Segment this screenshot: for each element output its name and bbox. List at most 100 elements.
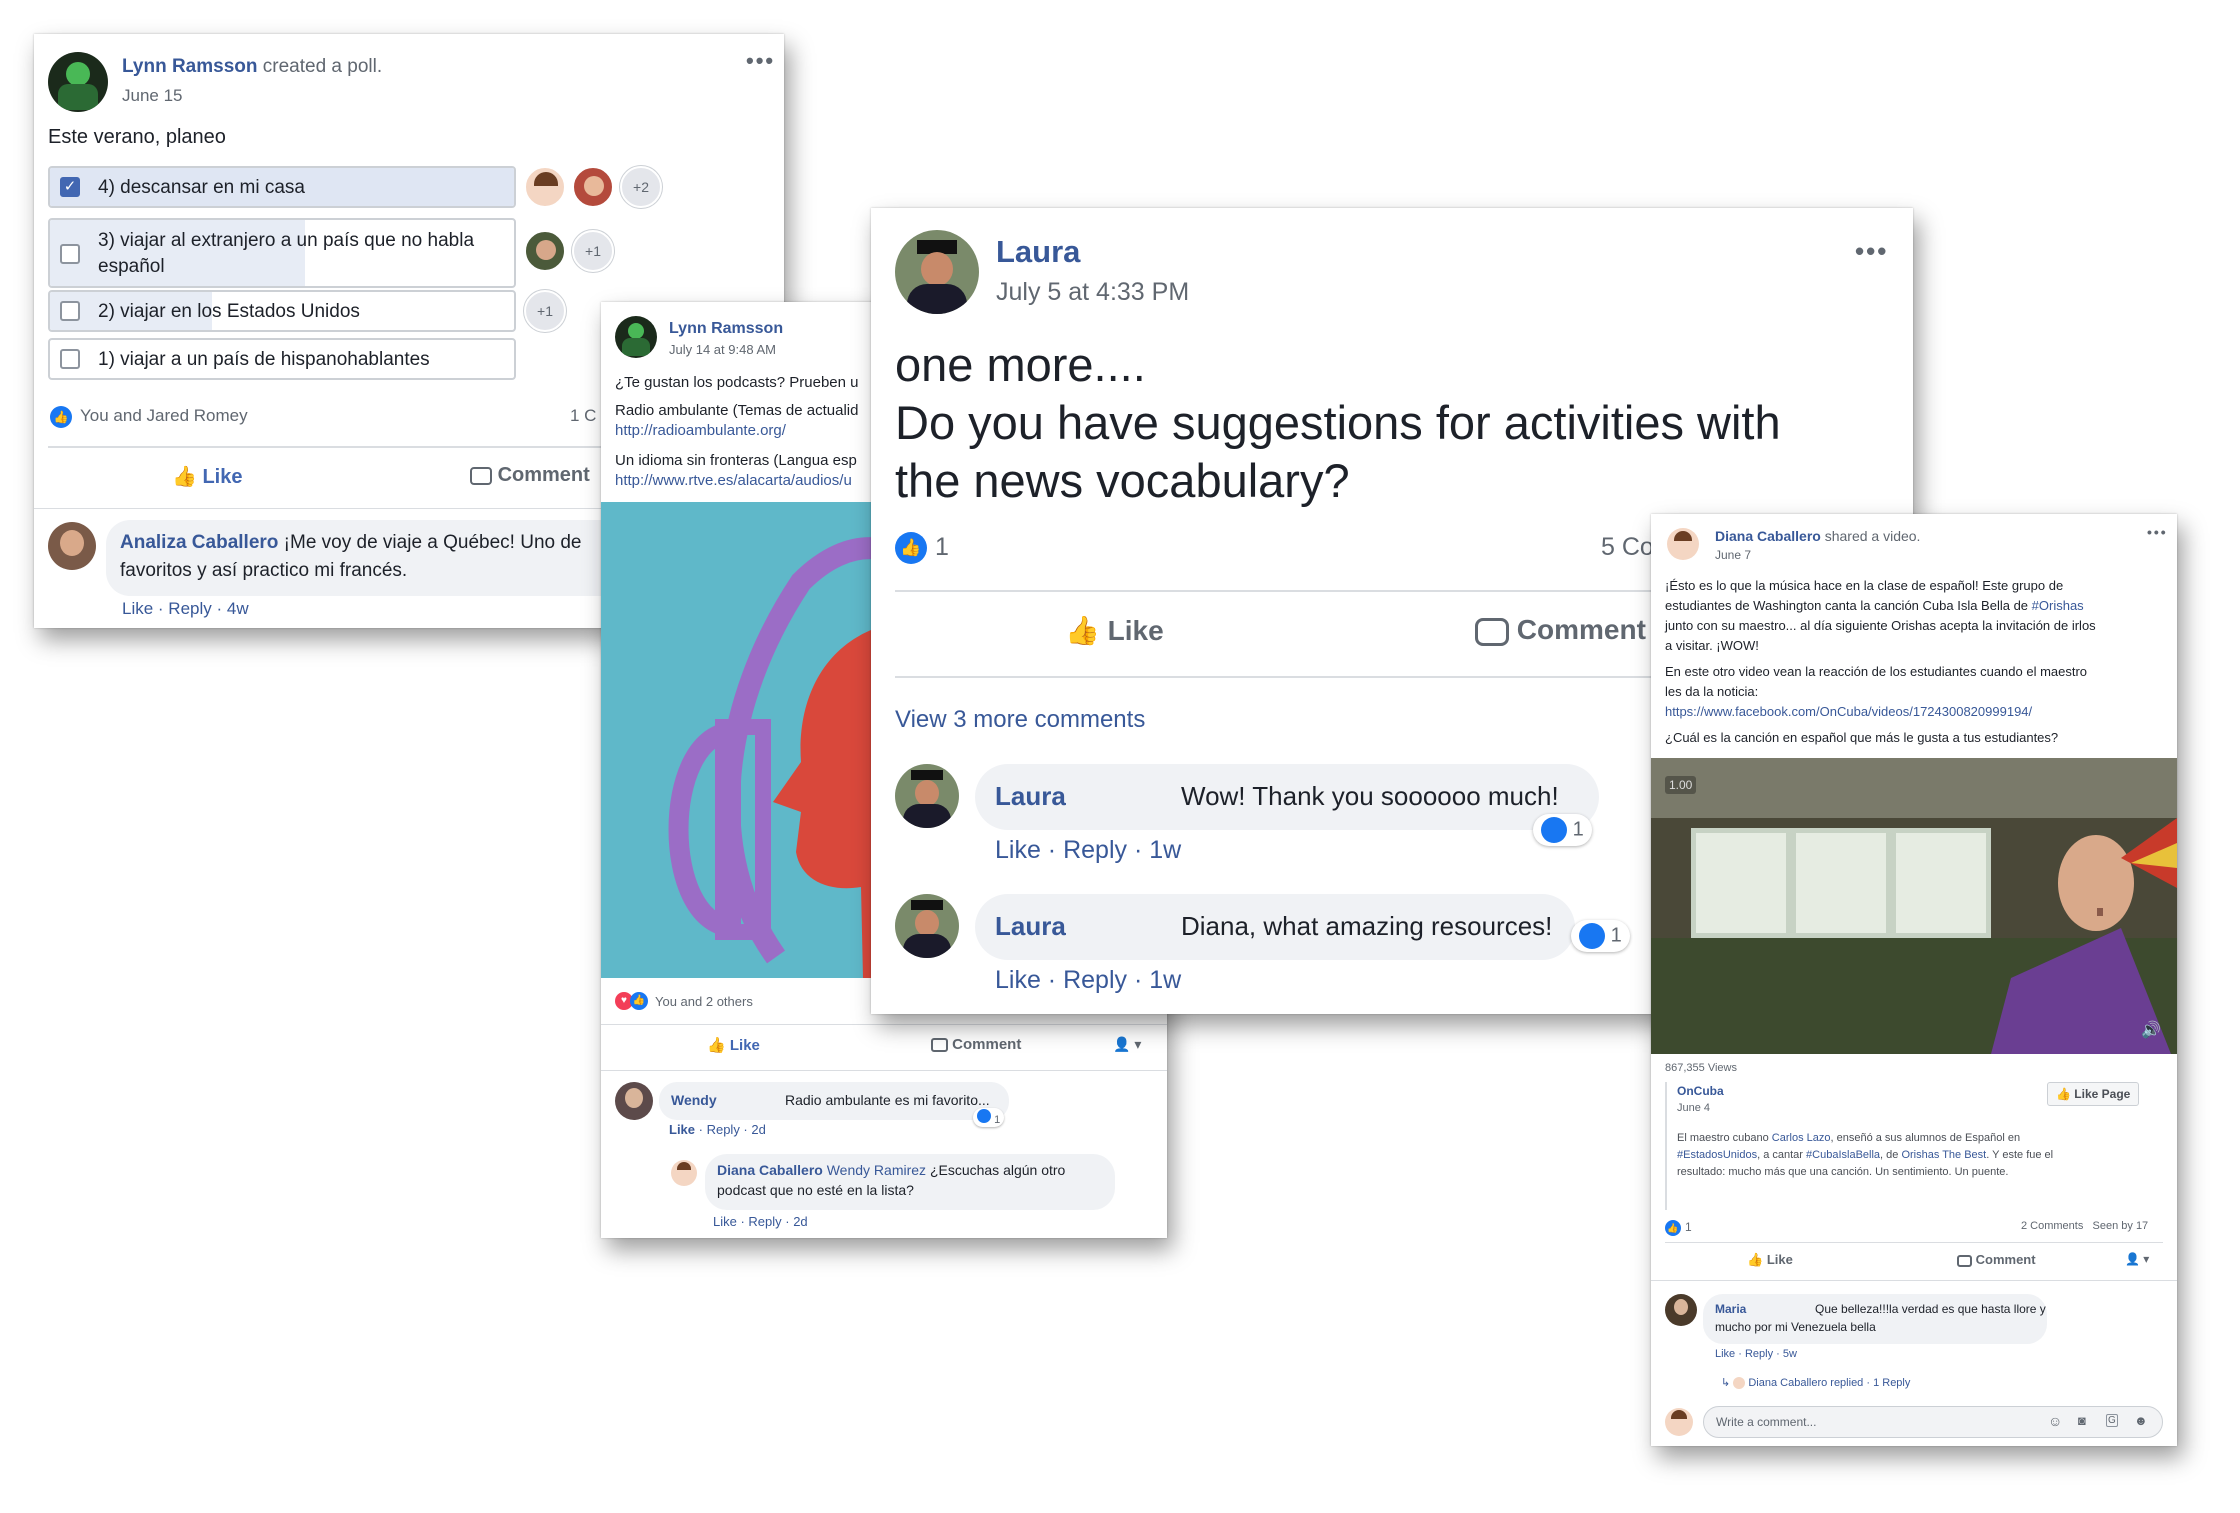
comment-actions[interactable]: Like · Reply · 5w: [1715, 1348, 1797, 1360]
reactions-summary[interactable]: You and 2 others: [655, 994, 753, 1009]
comment-count[interactable]: 1 C: [570, 406, 596, 426]
comment-count[interactable]: 5 Co: [1601, 533, 1654, 562]
post-date[interactable]: July 5 at 4:33 PM: [996, 278, 1189, 307]
checkbox-icon[interactable]: [60, 301, 80, 321]
comment-button[interactable]: Comment: [931, 1036, 1021, 1053]
video-link[interactable]: https://www.facebook.com/OnCuba/videos/1…: [1665, 702, 2165, 722]
author-avatar[interactable]: [1667, 528, 1699, 560]
name-link[interactable]: Orishas The Best: [1901, 1149, 1986, 1161]
volume-icon[interactable]: 🔊: [2141, 1020, 2161, 1040]
comment-bubble: Laura Diana, what amazing resources!: [975, 894, 1575, 960]
post-text-line: Do you have suggestions for activities w…: [895, 396, 1781, 449]
comment-button[interactable]: Comment: [1475, 614, 1646, 646]
comment-author[interactable]: Wendy: [671, 1092, 717, 1108]
commenter-avatar[interactable]: [615, 1082, 653, 1120]
divider: [1651, 1280, 2177, 1281]
comment-author[interactable]: Laura: [995, 911, 1066, 942]
more-voters-chip[interactable]: +1: [524, 290, 566, 332]
hashtag-link[interactable]: #CubaIslaBella: [1806, 1149, 1880, 1161]
name-link[interactable]: Carlos Lazo: [1772, 1132, 1831, 1144]
hashtag-link[interactable]: #Orishas: [2032, 598, 2084, 613]
voter-avatar[interactable]: [524, 230, 566, 272]
checkbox-checked-icon[interactable]: ✓: [60, 177, 80, 197]
write-comment-input[interactable]: Write a comment... ☺ ◙ G ☻: [1703, 1406, 2163, 1438]
more-options-icon[interactable]: •••: [2147, 524, 2168, 540]
comment-meta[interactable]: · Reply · 2d: [699, 1122, 766, 1137]
author-name[interactable]: Lynn Ramsson: [122, 56, 258, 77]
author-name[interactable]: Laura: [996, 234, 1080, 270]
poll-option-1[interactable]: 1) viajar a un país de hispanohablantes: [48, 338, 516, 380]
more-voters-chip[interactable]: +2: [620, 166, 662, 208]
author-name[interactable]: Diana Caballero: [1715, 528, 1821, 544]
emoji-icon[interactable]: ☺: [2048, 1413, 2062, 1429]
reactions-summary[interactable]: You and Jared Romey: [80, 406, 248, 426]
like-button[interactable]: 👍 Like: [1747, 1252, 1793, 1268]
voter-avatar[interactable]: [524, 166, 566, 208]
poll-option-2[interactable]: 2) viajar en los Estados Unidos: [48, 290, 516, 332]
page-date[interactable]: June 4: [1677, 1102, 1710, 1114]
poll-option-label: 3) viajar al extranjero a un país que no…: [98, 230, 475, 277]
commenter-avatar[interactable]: [48, 522, 96, 570]
post-as-selector[interactable]: 👤 ▾: [2125, 1252, 2149, 1266]
post-as-selector[interactable]: 👤 ▾: [1113, 1036, 1141, 1053]
comment-actions[interactable]: Like · Reply · 2d: [713, 1214, 808, 1229]
comment-bubble: Maria Que belleza!!!la verdad es que has…: [1703, 1294, 2047, 1344]
poll-option-4[interactable]: ✓ 4) descansar en mi casa: [48, 166, 516, 208]
mention-link[interactable]: Wendy Ramirez: [827, 1162, 926, 1178]
comment-actions[interactable]: Like · Reply · 4w: [122, 599, 249, 619]
divider: [601, 1070, 1167, 1071]
sticker-icon[interactable]: ☻: [2134, 1413, 2148, 1428]
like-button[interactable]: 👍 Like: [1065, 614, 1164, 647]
text-segment: . Y este fue el: [1986, 1149, 2054, 1161]
author-avatar[interactable]: [615, 316, 657, 358]
comment-author[interactable]: Diana Caballero: [717, 1162, 823, 1178]
comment-like-badge[interactable]: 1: [1571, 920, 1630, 952]
chevron-down-icon: ▾: [1134, 1036, 1142, 1052]
camera-icon[interactable]: ◙: [2078, 1413, 2086, 1428]
like-count[interactable]: 1: [935, 533, 949, 562]
commenter-avatar[interactable]: [1665, 1294, 1697, 1326]
author-name[interactable]: Lynn Ramsson: [669, 320, 783, 338]
thumbs-up-icon: 👍: [1747, 1252, 1764, 1267]
author-avatar[interactable]: [895, 230, 979, 314]
post-text-line: a visitar. ¡WOW!: [1665, 638, 1759, 653]
voter-avatar[interactable]: [572, 166, 614, 208]
commenter-avatar[interactable]: [671, 1160, 697, 1186]
author-avatar[interactable]: [48, 52, 108, 112]
video-player[interactable]: 1.00 🔊: [1651, 758, 2177, 1054]
view-more-comments[interactable]: View 3 more comments: [895, 706, 1145, 734]
comment-button[interactable]: Comment: [1957, 1252, 2036, 1267]
comment-author[interactable]: Maria: [1715, 1302, 1746, 1316]
more-options-icon[interactable]: •••: [746, 48, 775, 74]
like-count[interactable]: 1: [1685, 1220, 1692, 1234]
checkbox-icon[interactable]: [60, 349, 80, 369]
post-date[interactable]: June 7: [1715, 548, 1751, 562]
comment-author[interactable]: Laura: [995, 781, 1066, 812]
comments-seen-summary[interactable]: 2 Comments Seen by 17: [2021, 1220, 2148, 1232]
gif-icon[interactable]: G: [2106, 1414, 2118, 1427]
commenter-avatar[interactable]: [895, 894, 959, 958]
comment-button[interactable]: Comment: [470, 464, 590, 487]
podcast-link[interactable]: http://radioambulante.org/: [615, 422, 786, 439]
post-date[interactable]: July 14 at 9:48 AM: [669, 342, 776, 357]
podcast-link[interactable]: http://www.rtve.es/alacarta/audios/u: [615, 472, 852, 489]
post-date[interactable]: June 15: [122, 86, 183, 106]
comment-actions[interactable]: Like · Reply · 1w: [995, 836, 1181, 865]
comment-like-link[interactable]: Like: [669, 1122, 695, 1137]
comment-actions[interactable]: Like · Reply · 1w: [995, 966, 1181, 995]
commenter-avatar[interactable]: [895, 764, 959, 828]
like-button[interactable]: 👍 Like: [172, 464, 243, 489]
poll-option-3[interactable]: 3) viajar al extranjero a un país que no…: [48, 218, 516, 288]
checkbox-icon[interactable]: [60, 244, 80, 264]
like-button[interactable]: 👍 Like: [707, 1036, 760, 1054]
reply-summary[interactable]: ↳ Diana Caballero replied · 1 Reply: [1721, 1376, 1910, 1390]
hashtag-link[interactable]: #EstadosUnidos: [1677, 1149, 1757, 1161]
comment-like-badge[interactable]: 1: [973, 1108, 1005, 1127]
more-options-icon[interactable]: •••: [1855, 236, 1888, 267]
page-name[interactable]: OnCuba: [1677, 1084, 1724, 1098]
comment-author[interactable]: Analiza Caballero: [120, 532, 278, 553]
like-page-button[interactable]: 👍 Like Page: [2047, 1082, 2140, 1106]
comment-like-badge[interactable]: 1: [1533, 814, 1592, 846]
more-voters-chip[interactable]: +1: [572, 230, 614, 272]
write-comment-placeholder: Write a comment...: [1716, 1415, 1817, 1429]
